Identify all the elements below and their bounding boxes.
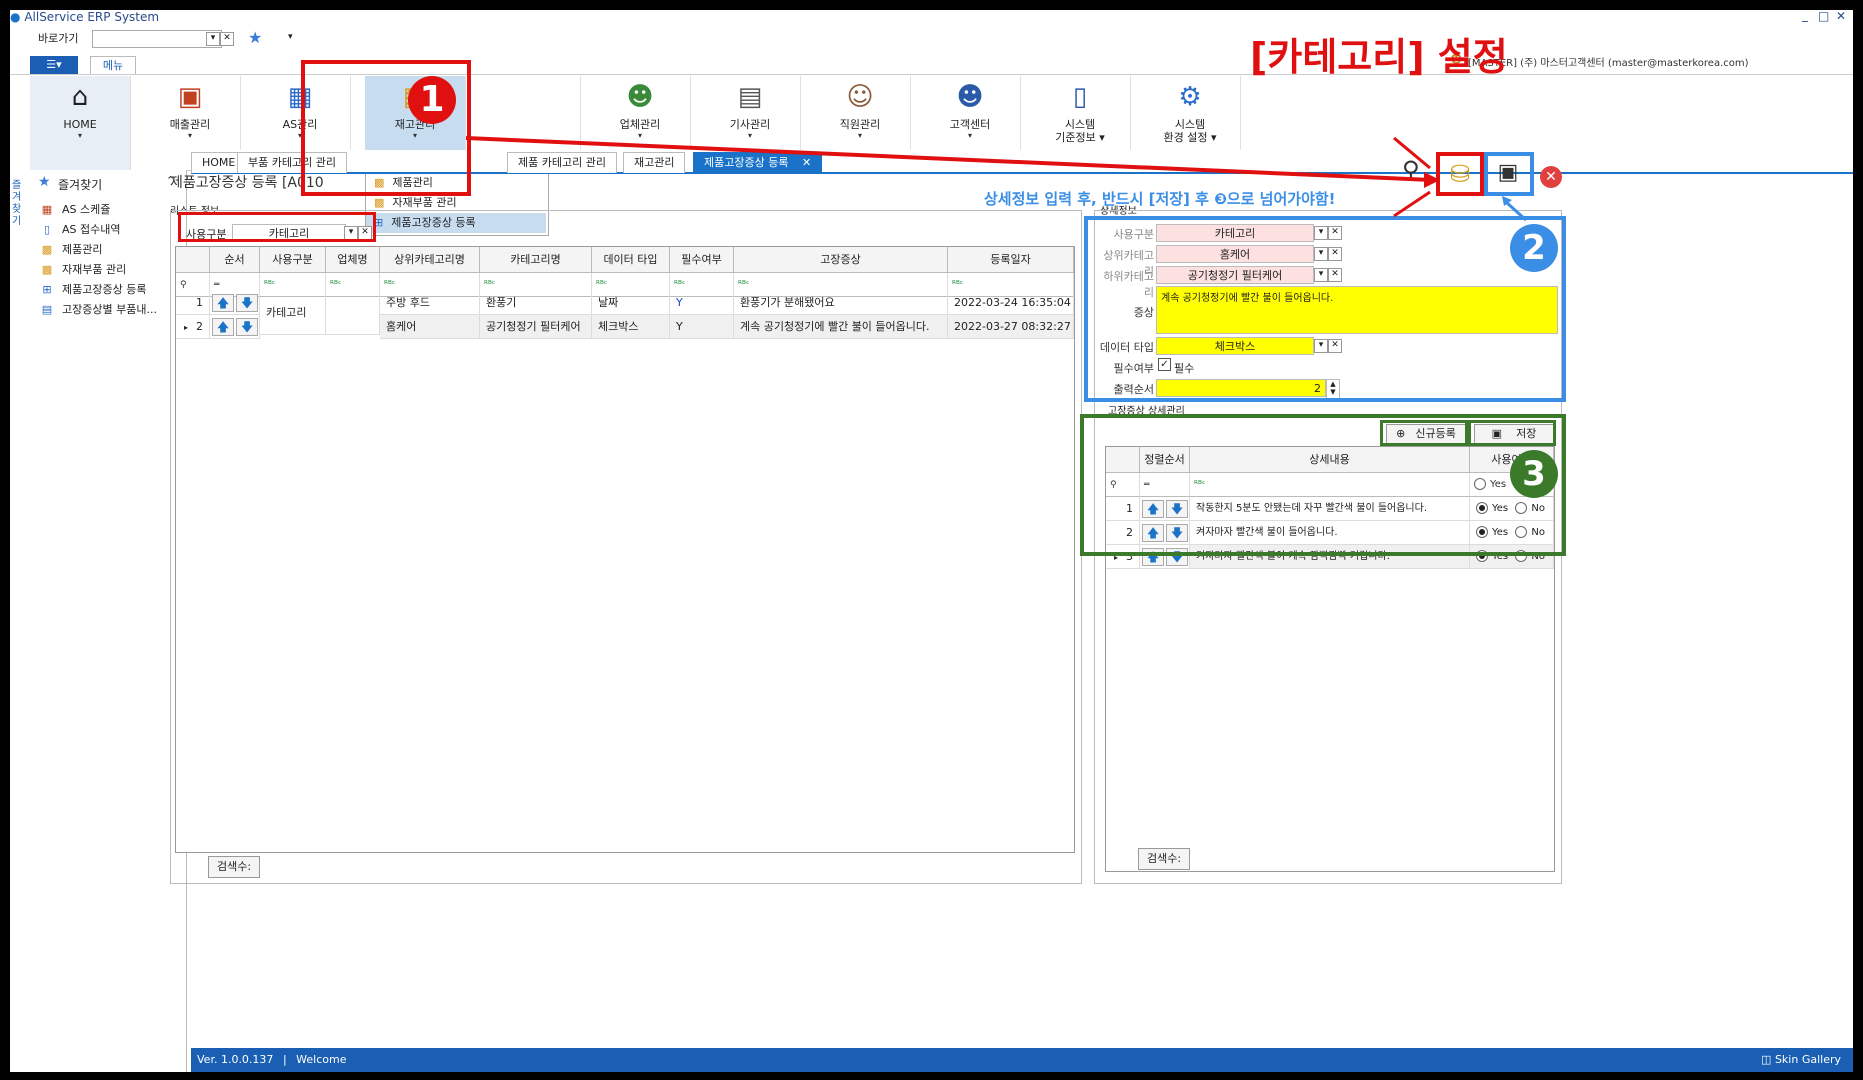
red-arrow-line-3 [1393,190,1431,218]
blue-arrow-line [1504,200,1528,222]
red-arrow-line [465,136,1433,182]
red-arrow-line-2 [1393,136,1431,170]
red-arrow-head [1424,172,1440,188]
annotation-arrows [465,136,1528,222]
app-window: ● AllService ERP System _ □ ✕ 바로가기 ▾ ✕ ★… [10,10,1853,1072]
